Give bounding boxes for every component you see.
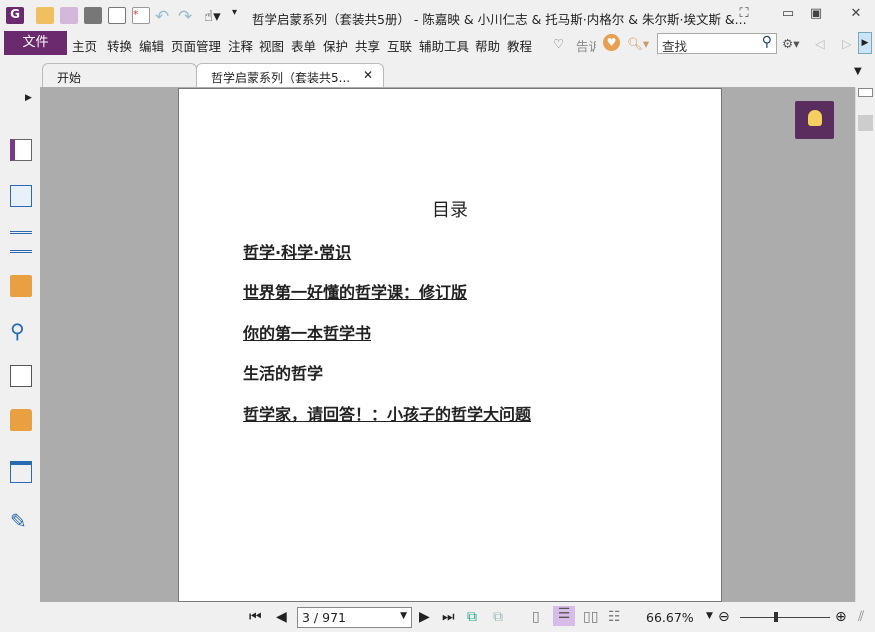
comments-icon[interactable] (10, 275, 32, 297)
close-tab-icon[interactable]: ✕ (363, 68, 373, 82)
menu-convert[interactable]: 转换 (107, 36, 132, 55)
page-number: 3 / 971 (302, 610, 346, 625)
menu-protect[interactable]: 保护 (323, 36, 348, 55)
lightbulb-icon[interactable]: ♡ (553, 36, 564, 51)
window-title: 哲学启蒙系列（套装共5册） - 陈嘉映 & 小川仁志 & 托马斯·内格尔 & 朱… (252, 12, 747, 27)
zoom-slider[interactable] (740, 617, 830, 618)
title-bar: G * ↶ ↷ ☝▾ ▾ 哲学启蒙系列（套装共5册） - 陈嘉映 & 小川仁志 … (0, 0, 875, 31)
layers-icon[interactable] (10, 231, 32, 253)
maximize-button[interactable]: ▣ (806, 6, 826, 22)
zoom-in-icon[interactable]: ⊕ (835, 609, 847, 625)
single-page-icon[interactable]: ▯ (532, 609, 540, 625)
settings-gear-icon[interactable]: ⚙▾ (782, 36, 799, 51)
page-number-input[interactable]: 3 / 971 ▼ (297, 607, 412, 628)
heart-icon[interactable]: ♥ (603, 34, 620, 51)
zoom-dropdown-icon[interactable]: ▼ (706, 611, 713, 621)
menu-home[interactable]: 主页 (72, 36, 97, 55)
page-dropdown-icon[interactable]: ▼ (400, 611, 407, 621)
hand-tool-icon[interactable]: ☝▾ (204, 7, 222, 25)
tell-me-label[interactable]: 告诉 (576, 36, 596, 55)
previous-page-icon[interactable]: ◀ (276, 609, 287, 625)
search-placeholder: 查找 (662, 39, 688, 54)
menu-view[interactable]: 视图 (259, 36, 284, 55)
menu-comment[interactable]: 注释 (228, 36, 253, 55)
pages-icon[interactable] (10, 185, 32, 207)
folder-search-icon[interactable]: 🔍︎▾ (627, 36, 649, 52)
resize-grip-icon[interactable]: ⫽ (858, 609, 864, 625)
previous-view-icon[interactable]: ⧉ (467, 609, 477, 625)
customize-dropdown-icon[interactable]: ▾ (232, 7, 250, 24)
toc-link[interactable]: 哲学家，请回答！：小孩子的哲学大问题 (243, 401, 531, 425)
search-icon[interactable]: ⚲ (762, 34, 772, 50)
vertical-scrollbar[interactable] (855, 87, 875, 602)
previous-arrow-icon[interactable]: ◁ (815, 36, 825, 51)
document-tabs: 开始 哲学启蒙系列（套装共5... ✕ ▼ (0, 60, 875, 87)
security-lock-icon[interactable] (10, 409, 32, 431)
attachment-icon[interactable]: ⚲ (10, 319, 32, 343)
minimize-button[interactable]: ▭ (778, 6, 798, 22)
pdf-page: 目录 哲学·科学·常识 世界第一好懂的哲学课：修订版 你的第一本哲学书 生活的哲… (178, 88, 722, 602)
save-icon[interactable] (60, 7, 78, 24)
new-document-icon[interactable]: * (132, 7, 150, 24)
next-page-icon[interactable]: ▶ (419, 609, 430, 625)
next-arrow-icon[interactable]: ▷ (842, 36, 852, 51)
lightbulb-icon (807, 110, 822, 126)
redo-icon[interactable]: ↷ (178, 7, 196, 27)
file-menu-button[interactable]: 文件 (4, 31, 67, 55)
tips-lightbulb-button[interactable] (795, 101, 834, 139)
menu-page-management[interactable]: 页面管理 (171, 36, 221, 55)
open-folder-icon[interactable] (36, 7, 54, 24)
fullscreen-icon[interactable]: ⛶ (734, 6, 754, 22)
two-page-continuous-icon[interactable]: ☷ (608, 609, 621, 625)
app-logo-icon: G (6, 7, 24, 24)
tab-list-dropdown-icon[interactable]: ▼ (854, 66, 862, 77)
first-page-icon[interactable]: ⏮ (249, 609, 262, 625)
toc-link[interactable]: 生活的哲学 (243, 360, 323, 384)
tab-label: 开始 (57, 71, 82, 85)
menu-accessibility[interactable]: 辅助工具 (419, 36, 469, 55)
continuous-page-icon[interactable]: ☰ (553, 606, 575, 626)
zoom-slider-thumb[interactable] (774, 612, 778, 622)
undo-icon[interactable]: ↶ (155, 7, 173, 27)
tab-document[interactable]: 哲学启蒙系列（套装共5... ✕ (196, 63, 384, 87)
tab-start[interactable]: 开始 (42, 63, 197, 87)
email-icon[interactable] (108, 7, 126, 24)
menu-tutorial[interactable]: 教程 (507, 36, 532, 55)
zoom-level[interactable]: 66.67% (646, 610, 694, 625)
toc-link[interactable]: 哲学·科学·常识 (243, 239, 351, 263)
menu-edit[interactable]: 编辑 (139, 36, 164, 55)
signature-icon[interactable] (10, 365, 32, 387)
sidebar-expand-icon[interactable]: ▶ (25, 93, 32, 103)
document-canvas: 目录 哲学·科学·常识 世界第一好懂的哲学课：修订版 你的第一本哲学书 生活的哲… (40, 87, 855, 602)
menu-share[interactable]: 共享 (355, 36, 380, 55)
menu-help[interactable]: 帮助 (475, 36, 500, 55)
print-icon[interactable] (84, 7, 102, 24)
two-page-icon[interactable]: ▯▯ (583, 609, 598, 625)
toc-title: 目录 (432, 200, 468, 221)
next-view-icon[interactable]: ⧉ (493, 609, 503, 625)
certificate-pen-icon[interactable]: ✎ (10, 509, 32, 533)
form-fields-icon[interactable] (10, 461, 32, 483)
scroll-thumb[interactable] (858, 115, 873, 131)
menu-connect[interactable]: 互联 (387, 36, 412, 55)
ribbon-menu: 文件 主页 转换 编辑 页面管理 注释 视图 表单 保护 共享 互联 辅助工具 … (0, 31, 875, 57)
last-page-icon[interactable]: ⏭ (442, 609, 455, 625)
scroll-up-button[interactable] (858, 88, 873, 97)
toc-link[interactable]: 你的第一本哲学书 (243, 320, 371, 344)
close-button[interactable]: ✕ (846, 6, 866, 22)
status-bar: ⏮ ◀ 3 / 971 ▼ ▶ ⏭ ⧉ ⧉ ▯ ☰ ▯▯ ☷ 66.67% ▼ ⊖… (0, 602, 875, 632)
zoom-out-icon[interactable]: ⊖ (718, 609, 730, 625)
toc-link[interactable]: 世界第一好懂的哲学课：修订版 (243, 279, 467, 303)
left-sidebar: ▶ ⚲ ✎ (0, 87, 40, 602)
search-input[interactable]: 查找 ⚲ (657, 33, 777, 54)
page-thumbnails-icon[interactable] (10, 139, 32, 161)
ribbon-expand-button[interactable]: ▶ (858, 32, 872, 54)
tab-label: 哲学启蒙系列（套装共5... (211, 71, 351, 85)
menu-form[interactable]: 表单 (291, 36, 316, 55)
